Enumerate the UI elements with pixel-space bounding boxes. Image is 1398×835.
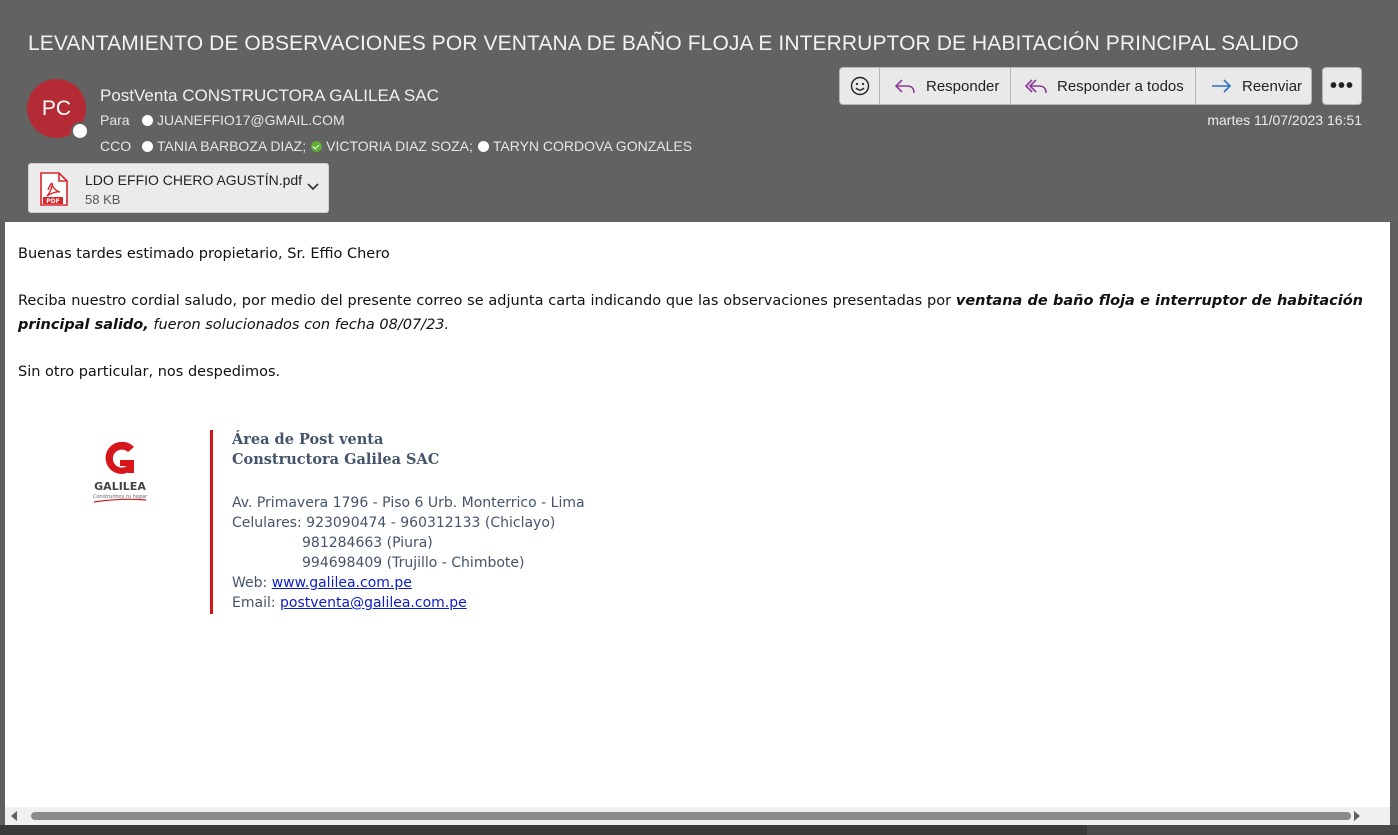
logo-text: GALILEA — [94, 480, 146, 493]
cco-label: CCO — [100, 138, 132, 154]
presence-status-icon — [71, 122, 89, 140]
attachment-name: LDO EFFIO CHERO AGUSTÍN.pdf — [85, 172, 303, 188]
reply-all-label: Responder a todos — [1057, 77, 1184, 95]
smiley-icon — [850, 76, 869, 96]
cco-row: CCO TANIA BARBOZA DIAZ; VICTORIA DIAZ SO… — [100, 138, 697, 154]
signature-divider — [210, 430, 213, 614]
recipient-cco-1[interactable]: VICTORIA DIAZ SOZA; — [326, 138, 473, 154]
signature-address: Av. Primavera 1796 - Piso 6 Urb. Monterr… — [232, 495, 585, 511]
scrollbar-thumb[interactable] — [31, 812, 1351, 820]
recipient-cco-0[interactable]: TANIA BARBOZA DIAZ; — [157, 138, 306, 154]
phones-chiclayo: 923090474 - 960312133 (Chiclayo) — [306, 515, 556, 531]
email-body: Buenas tardes estimado propietario, Sr. … — [5, 222, 1390, 807]
signature-phones: Celulares: 923090474 - 960312133 (Chicla… — [232, 515, 555, 531]
attachment-size: 58 KB — [85, 192, 121, 207]
avatar-initials: PC — [41, 96, 72, 120]
email-label: Email: — [232, 595, 281, 611]
scroll-left-icon[interactable] — [11, 811, 17, 821]
forward-button[interactable]: Reenviar — [1196, 67, 1312, 105]
signature-phones-trujillo: 994698409 (Trujillo - Chimbote) — [302, 555, 525, 571]
presence-available-icon — [311, 140, 323, 152]
email-header: LEVANTAMIENTO DE OBSERVACIONES POR VENTA… — [0, 0, 1398, 222]
to-row: Para JUANEFFIO17@GMAIL.COM — [100, 112, 350, 128]
signature-company: Constructora Galilea SAC — [232, 451, 440, 468]
web-label: Web: — [232, 575, 272, 591]
reply-icon — [894, 79, 915, 94]
main-paragraph: Reciba nuestro cordial saludo, por medio… — [18, 289, 1363, 337]
galilea-logo: GALILEA Construimos tu hogar — [93, 441, 148, 503]
chevron-down-icon[interactable] — [305, 178, 321, 194]
phones-label: Celulares: — [232, 515, 307, 531]
recipient-cco-2[interactable]: TARYN CORDOVA GONZALES — [493, 138, 692, 154]
recipient-to-0[interactable]: JUANEFFIO17@GMAIL.COM — [157, 112, 345, 128]
reply-all-button[interactable]: Responder a todos — [1011, 67, 1196, 105]
attachment-card[interactable]: PDF LDO EFFIO CHERO AGUSTÍN.pdf 58 KB — [28, 163, 329, 213]
reply-label: Responder — [926, 77, 1000, 95]
forward-arrow-icon — [1212, 79, 1232, 93]
presence-dot-icon — [477, 140, 489, 152]
horizontal-scrollbar[interactable] — [5, 807, 1390, 825]
scroll-right-icon[interactable] — [1354, 811, 1360, 821]
presence-dot-icon — [142, 114, 153, 126]
greeting-text: Buenas tardes estimado propietario, Sr. … — [18, 246, 390, 262]
email-datetime: martes 11/07/2023 16:51 — [1207, 112, 1362, 128]
svg-text:PDF: PDF — [46, 198, 59, 205]
main-paragraph-end: fueron solucionados con fecha 08/07/23. — [148, 317, 450, 333]
more-actions-icon: ••• — [1329, 74, 1354, 97]
signature-department: Área de Post venta — [232, 431, 384, 448]
main-paragraph-start: Reciba nuestro cordial saludo, por medio… — [18, 293, 956, 309]
to-label: Para — [100, 112, 130, 128]
message-toolbar: Responder Responder a todos Reenviar — [839, 67, 1312, 105]
closing-text: Sin otro particular, nos despedimos. — [18, 364, 281, 380]
pdf-icon: PDF — [40, 172, 68, 206]
signature-web: Web: www.galilea.com.pe — [232, 575, 412, 591]
reply-button[interactable]: Responder — [880, 67, 1011, 105]
status-bar-fragment — [1087, 825, 1398, 835]
signature-phones-piura: 981284663 (Piura) — [302, 535, 433, 551]
sender-name[interactable]: PostVenta CONSTRUCTORA GALILEA SAC — [100, 86, 439, 106]
more-actions-button[interactable]: ••• — [1322, 67, 1362, 105]
presence-dot-icon — [142, 140, 153, 152]
emoji-button[interactable] — [839, 67, 880, 105]
signature-email: Email: postventa@galilea.com.pe — [232, 595, 467, 611]
reply-all-icon — [1025, 79, 1047, 94]
email-subject: LEVANTAMIENTO DE OBSERVACIONES POR VENTA… — [28, 32, 1299, 55]
forward-label: Reenviar — [1242, 77, 1303, 95]
web-link[interactable]: www.galilea.com.pe — [272, 575, 412, 591]
email-link[interactable]: postventa@galilea.com.pe — [280, 595, 467, 611]
